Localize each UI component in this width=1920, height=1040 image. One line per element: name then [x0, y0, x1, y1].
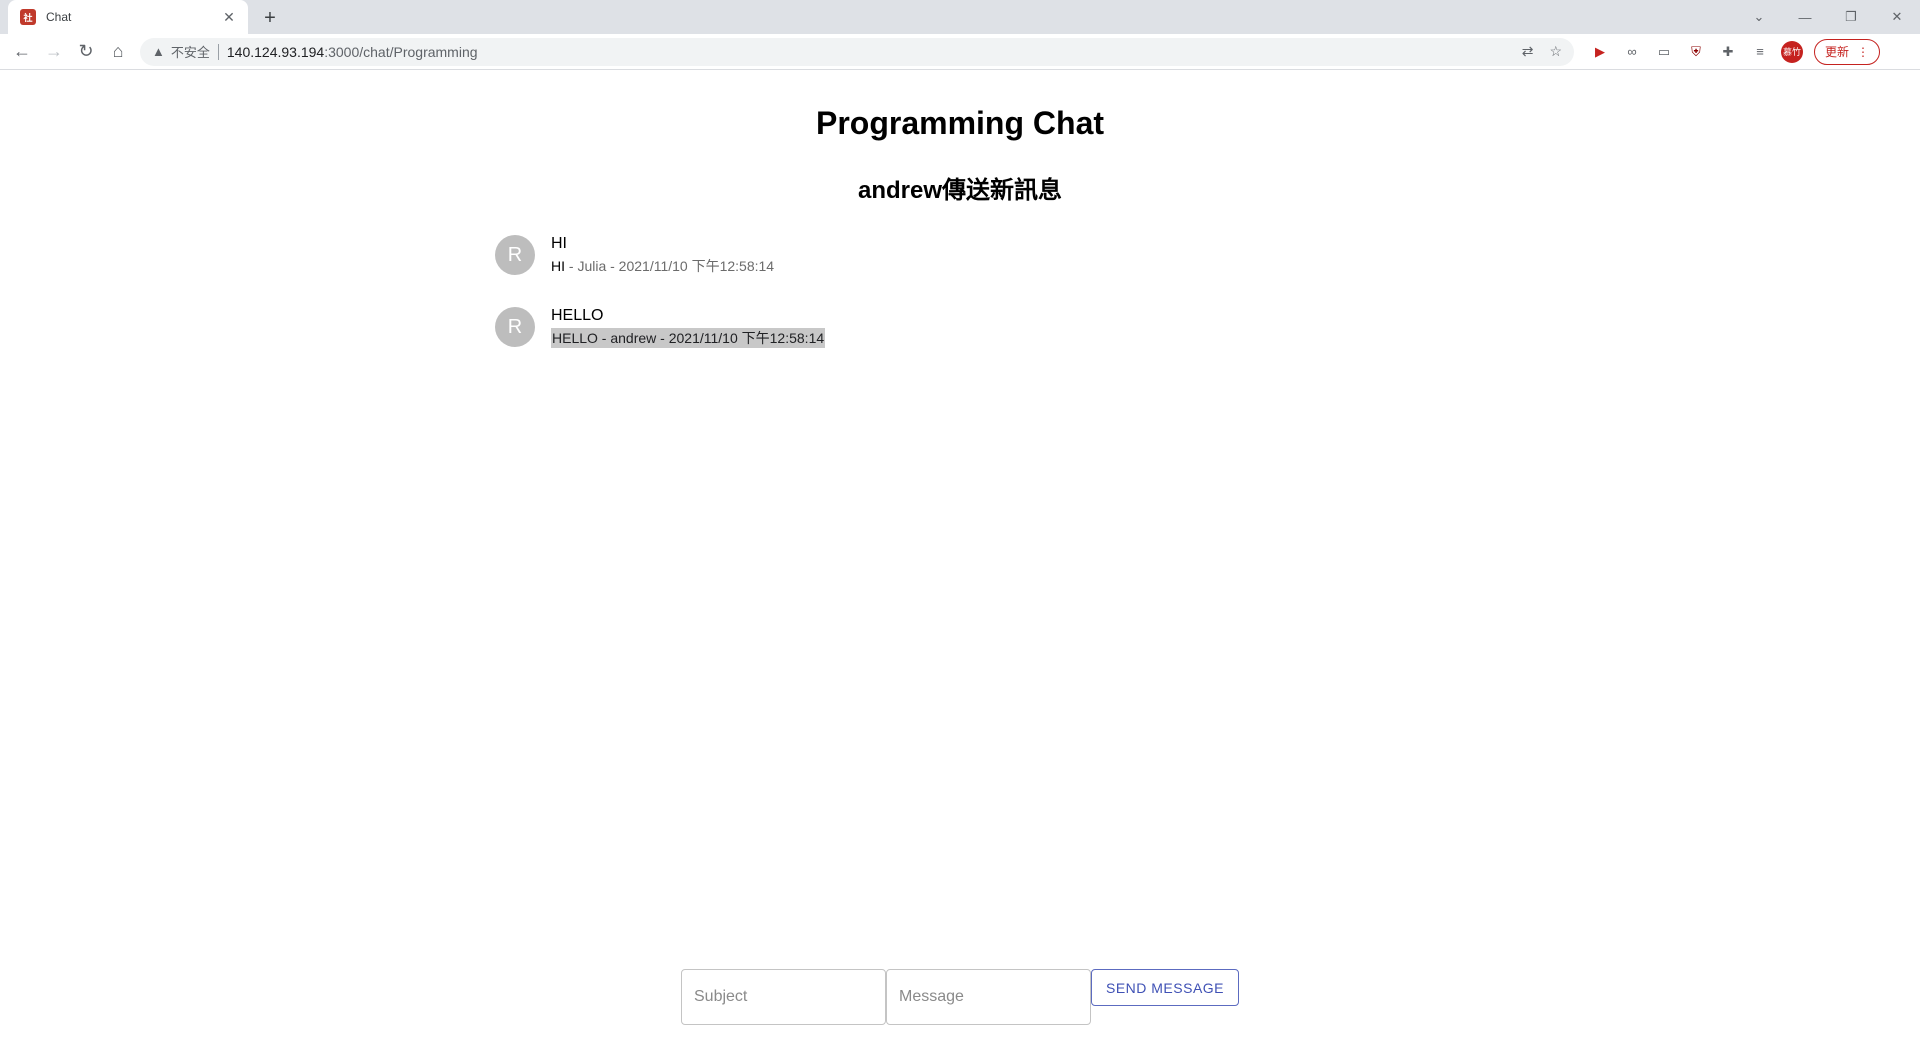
page-title: Programming Chat	[815, 105, 1105, 141]
update-button[interactable]: 更新 ⋮	[1814, 38, 1881, 65]
message-list: R HI HI - Julia - 2021/11/10 下午12:58:14 …	[495, 233, 1395, 377]
list-item: R HI HI - Julia - 2021/11/10 下午12:58:14	[495, 233, 1395, 305]
media-control-icon[interactable]: ≡	[1749, 41, 1771, 63]
ublock-shield-icon[interactable]: ⛨	[1685, 41, 1707, 63]
window-controls: ⌄ — ❐ ✕	[1736, 0, 1920, 34]
new-tab-icon[interactable]: +	[258, 6, 282, 30]
close-window-icon[interactable]: ✕	[1874, 2, 1920, 32]
message-subject: HELLO	[552, 330, 598, 346]
message-primary-text: HELLO	[551, 307, 604, 324]
message-secondary-text: HI - Julia - 2021/11/10 下午12:58:14	[551, 256, 774, 276]
url-host: 140.124.93.194	[226, 43, 325, 60]
tab-close-icon[interactable]: ✕	[220, 8, 238, 26]
browser-tabstrip: 社 Chat ✕ + ⌄ — ❐ ✕	[0, 0, 1920, 34]
extensions-puzzle-icon[interactable]: ✚	[1717, 41, 1739, 63]
site-favicon-icon: 社	[20, 9, 36, 25]
restore-icon[interactable]: ❐	[1828, 2, 1874, 32]
browser-tab-chat[interactable]: 社 Chat ✕	[8, 0, 248, 34]
home-icon[interactable]: ⌂	[102, 38, 134, 66]
page-subtitle: andrew傳送新訊息	[857, 177, 1063, 204]
message-secondary-text: HELLO - andrew - 2021/11/10 下午12:58:14	[551, 328, 826, 348]
tab-title: Chat	[46, 10, 72, 24]
more-menu-icon: ⋮	[1857, 44, 1870, 59]
url-divider	[217, 43, 219, 60]
cast-extension-icon[interactable]: ▭	[1653, 41, 1675, 63]
tab-search-icon[interactable]: ⌄	[1736, 2, 1782, 32]
browser-toolbar: ← → ↻ ⌂ ▲ 不安全 140.124.93.194:3000/chat/P…	[0, 34, 1920, 70]
message-meta: - Julia - 2021/11/10 下午12:58:14	[565, 258, 775, 274]
url-path: :3000/chat/Programming	[324, 43, 478, 60]
message-text: HELLO HELLO - andrew - 2021/11/10 下午12:5…	[551, 305, 826, 348]
media-extension-icon[interactable]: ▶	[1589, 41, 1611, 63]
list-item: R HELLO HELLO - andrew - 2021/11/10 下午12…	[495, 305, 1395, 377]
forward-icon[interactable]: →	[38, 38, 70, 66]
message-input[interactable]	[886, 969, 1091, 1025]
avatar: R	[495, 235, 535, 275]
avatar: R	[495, 307, 535, 347]
message-text: HI HI - Julia - 2021/11/10 下午12:58:14	[551, 233, 774, 276]
message-subject: HI	[551, 258, 565, 274]
message-composer: SEND MESSAGE	[681, 969, 1239, 1025]
subject-input[interactable]	[681, 969, 886, 1025]
message-primary-text: HI	[551, 235, 567, 252]
extension-toolbar: ▶ ∞ ▭ ⛨ ✚ ≡ 慕竹 更新 ⋮	[1584, 38, 1881, 65]
back-icon[interactable]: ←	[6, 38, 38, 66]
translate-icon[interactable]: ⇄	[1522, 43, 1534, 60]
message-meta: - andrew - 2021/11/10 下午12:58:14	[597, 330, 825, 346]
update-label: 更新	[1825, 45, 1850, 59]
insecure-label: 不安全	[170, 45, 210, 60]
reload-icon[interactable]: ↻	[70, 38, 102, 66]
bookmark-star-icon[interactable]: ☆	[1549, 43, 1562, 60]
link-extension-icon[interactable]: ∞	[1621, 41, 1643, 63]
minimize-icon[interactable]: —	[1782, 2, 1828, 32]
warning-icon: ▲	[152, 44, 165, 59]
address-bar[interactable]: ▲ 不安全 140.124.93.194:3000/chat/Programmi…	[140, 37, 1574, 66]
send-message-button[interactable]: SEND MESSAGE	[1091, 969, 1239, 1006]
profile-avatar[interactable]: 慕竹	[1781, 40, 1803, 63]
